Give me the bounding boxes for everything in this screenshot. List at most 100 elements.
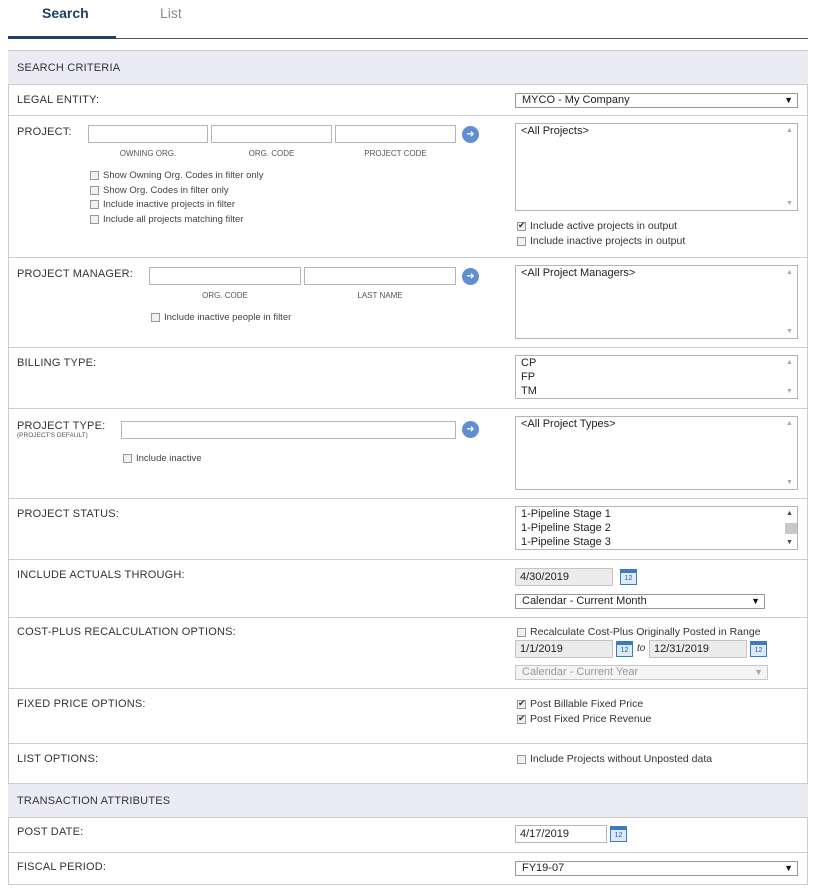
show-owning-org-label: Show Owning Org. Codes in filter only: [103, 170, 264, 181]
scroll-down-icon[interactable]: ▼: [786, 479, 793, 486]
list-item[interactable]: 1-Pipeline Stage 3: [516, 535, 797, 549]
post-fixed-price-revenue-checkbox[interactable]: Post Fixed Price Revenue: [517, 713, 651, 725]
scrollbar[interactable]: ▲ ▼: [783, 266, 797, 338]
checkbox-box: [151, 313, 160, 322]
project-type-input[interactable]: [121, 421, 456, 439]
fiscal-period-select[interactable]: FY19-07 ▼: [515, 861, 798, 876]
show-owning-org-checkbox[interactable]: Show Owning Org. Codes in filter only: [90, 170, 264, 181]
project-manager-label: PROJECT MANAGER:: [17, 268, 134, 280]
project-types-listbox[interactable]: <All Project Types> ▲ ▼: [515, 416, 798, 490]
include-inactive-output-checkbox[interactable]: Include inactive projects in output: [517, 235, 685, 247]
list-item[interactable]: 1-Pipeline Stage 1: [516, 507, 797, 521]
chevron-down-icon: ▼: [751, 596, 760, 606]
pm-last-name-input[interactable]: [304, 267, 456, 285]
scroll-thumb[interactable]: [785, 523, 797, 534]
billing-type-label: BILLING TYPE:: [17, 357, 97, 369]
list-item[interactable]: CP: [516, 356, 797, 370]
cost-plus-from-input[interactable]: [515, 640, 613, 658]
include-inactive-people-checkbox[interactable]: Include inactive people in filter: [151, 312, 291, 323]
project-status-listbox[interactable]: 1-Pipeline Stage 1 1-Pipeline Stage 2 1-…: [515, 506, 798, 550]
include-projects-without-unposted-label: Include Projects without Unposted data: [530, 753, 713, 765]
list-item[interactable]: <All Projects>: [516, 124, 797, 138]
legal-entity-value: MYCO - My Company: [522, 94, 630, 106]
project-row: PROJECT: ➜ OWNING ORG. ORG. CODE PROJECT…: [8, 116, 808, 258]
cost-plus-row: COST-PLUS RECALCULATION OPTIONS: Recalcu…: [8, 618, 808, 689]
checkbox-box: [90, 171, 99, 180]
tab-bar: Search List: [8, 0, 808, 39]
scrollbar[interactable]: ▲ ▼: [783, 124, 797, 210]
show-org-codes-checkbox[interactable]: Show Org. Codes in filter only: [90, 185, 229, 196]
project-managers-listbox[interactable]: <All Project Managers> ▲ ▼: [515, 265, 798, 339]
transaction-attributes-title: TRANSACTION ATTRIBUTES: [17, 795, 171, 807]
cost-plus-range-value: Calendar - Current Year: [522, 666, 639, 678]
include-inactive-types-label: Include inactive: [136, 453, 202, 464]
list-item[interactable]: FP: [516, 370, 797, 384]
include-projects-without-unposted-checkbox[interactable]: Include Projects without Unposted data: [517, 753, 712, 765]
tab-list[interactable]: List: [160, 5, 182, 21]
tab-search[interactable]: Search: [42, 5, 89, 21]
actuals-row: INCLUDE ACTUALS THROUGH: 12 Calendar - C…: [8, 560, 808, 618]
actuals-label: INCLUDE ACTUALS THROUGH:: [17, 569, 185, 581]
cost-plus-to-input[interactable]: [649, 640, 747, 658]
include-active-output-checkbox[interactable]: Include active projects in output: [517, 220, 677, 232]
recalc-cost-plus-label: Recalculate Cost-Plus Originally Posted …: [530, 626, 761, 638]
arrow-right-circle-icon[interactable]: ➜: [462, 126, 479, 143]
pm-org-code-caption: ORG. CODE: [202, 291, 248, 300]
fixed-price-row: FIXED PRICE OPTIONS: Post Billable Fixed…: [8, 689, 808, 744]
org-code-input[interactable]: [211, 125, 332, 143]
scroll-up-icon[interactable]: ▲: [786, 127, 793, 134]
chevron-down-icon: ▼: [784, 95, 793, 105]
scroll-up-icon[interactable]: ▲: [786, 359, 793, 366]
list-item[interactable]: TM: [516, 384, 797, 398]
chevron-down-icon: ▼: [754, 667, 763, 677]
owning-org-input[interactable]: [88, 125, 208, 143]
calendar-icon[interactable]: 12: [750, 641, 767, 657]
cost-plus-label: COST-PLUS RECALCULATION OPTIONS:: [17, 626, 236, 638]
billing-type-row: BILLING TYPE: CP FP TM ▲ ▼: [8, 348, 808, 409]
scroll-up-icon[interactable]: ▲: [786, 420, 793, 427]
fiscal-period-label: FISCAL PERIOD:: [17, 861, 107, 873]
scroll-up-icon[interactable]: ▲: [786, 269, 793, 276]
scrollbar[interactable]: ▲ ▼: [783, 356, 797, 398]
include-inactive-types-checkbox[interactable]: Include inactive: [123, 453, 201, 464]
legal-entity-label: LEGAL ENTITY:: [17, 94, 100, 106]
post-billable-fixed-price-checkbox[interactable]: Post Billable Fixed Price: [517, 698, 643, 710]
scroll-down-icon[interactable]: ▼: [786, 388, 793, 395]
recalc-cost-plus-checkbox[interactable]: Recalculate Cost-Plus Originally Posted …: [517, 626, 761, 638]
list-item[interactable]: <All Project Managers>: [516, 266, 797, 280]
scroll-down-icon[interactable]: ▼: [786, 539, 793, 546]
post-date-input[interactable]: [515, 825, 607, 843]
arrow-right-circle-icon[interactable]: ➜: [462, 421, 479, 438]
actuals-date-input[interactable]: [515, 568, 613, 586]
scrollbar[interactable]: ▲ ▼: [783, 507, 797, 549]
post-date-row: POST DATE: 12: [8, 818, 808, 853]
pm-org-code-input[interactable]: [149, 267, 301, 285]
active-tab-indicator: [8, 36, 116, 39]
include-all-projects-label: Include all projects matching filter: [103, 214, 244, 225]
calendar-icon[interactable]: 12: [620, 569, 637, 585]
scroll-up-icon[interactable]: ▲: [786, 510, 793, 517]
arrow-right-circle-icon[interactable]: ➜: [462, 268, 479, 285]
search-criteria-header: SEARCH CRITERIA: [8, 51, 808, 85]
project-code-input[interactable]: [335, 125, 456, 143]
billing-type-listbox[interactable]: CP FP TM ▲ ▼: [515, 355, 798, 399]
post-billable-fixed-price-label: Post Billable Fixed Price: [530, 698, 644, 710]
cost-plus-range-select[interactable]: Calendar - Current Year ▼: [515, 665, 768, 680]
legal-entity-row: LEGAL ENTITY: MYCO - My Company ▼: [8, 85, 808, 116]
scroll-down-icon[interactable]: ▼: [786, 200, 793, 207]
calendar-icon[interactable]: 12: [610, 826, 627, 842]
list-item[interactable]: 1-Pipeline Stage 2: [516, 521, 797, 535]
search-criteria-title: SEARCH CRITERIA: [17, 62, 121, 74]
projects-listbox[interactable]: <All Projects> ▲ ▼: [515, 123, 798, 211]
list-item[interactable]: <All Project Types>: [516, 417, 797, 431]
actuals-range-select[interactable]: Calendar - Current Month ▼: [515, 594, 765, 609]
legal-entity-select[interactable]: MYCO - My Company ▼: [515, 93, 798, 108]
list-options-row: LIST OPTIONS: Include Projects without U…: [8, 744, 808, 784]
scrollbar[interactable]: ▲ ▼: [783, 417, 797, 489]
fiscal-period-row: FISCAL PERIOD: FY19-07 ▼: [8, 853, 808, 885]
calendar-icon[interactable]: 12: [616, 641, 633, 657]
project-type-caption: (PROJECT'S DEFAULT): [17, 432, 88, 439]
include-all-projects-checkbox[interactable]: Include all projects matching filter: [90, 214, 243, 225]
scroll-down-icon[interactable]: ▼: [786, 328, 793, 335]
include-inactive-projects-filter-checkbox[interactable]: Include inactive projects in filter: [90, 199, 235, 210]
